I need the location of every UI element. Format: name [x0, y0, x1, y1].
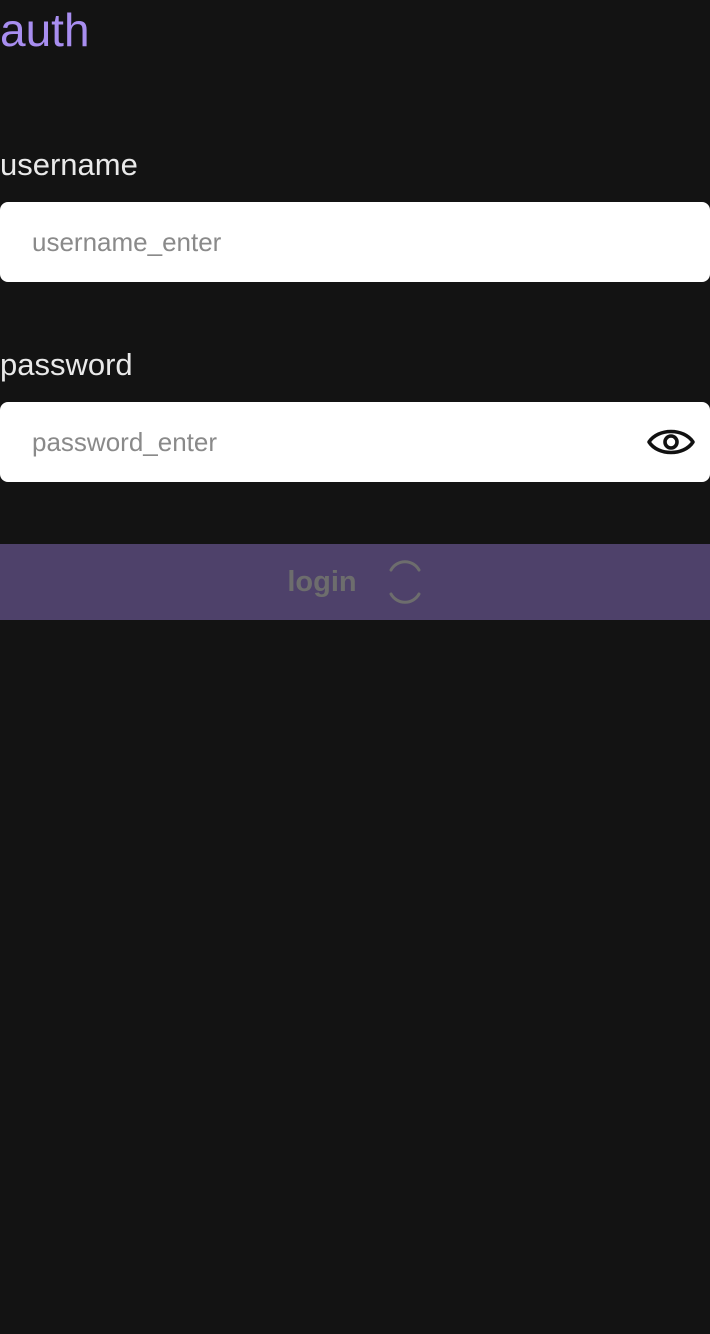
password-visibility-toggle[interactable] [646, 420, 696, 464]
spinner-icon [387, 560, 423, 604]
username-label: username [0, 147, 138, 182]
login-button-label: login [287, 565, 357, 598]
eye-icon [647, 429, 695, 455]
password-input[interactable] [0, 402, 710, 482]
password-field-container [0, 402, 710, 482]
username-input[interactable] [0, 202, 710, 282]
username-field-container [0, 202, 710, 282]
login-button[interactable]: login [0, 544, 710, 620]
page-title: auth [0, 4, 90, 56]
password-label: password [0, 347, 133, 382]
auth-screen: auth username password login [0, 0, 710, 1334]
